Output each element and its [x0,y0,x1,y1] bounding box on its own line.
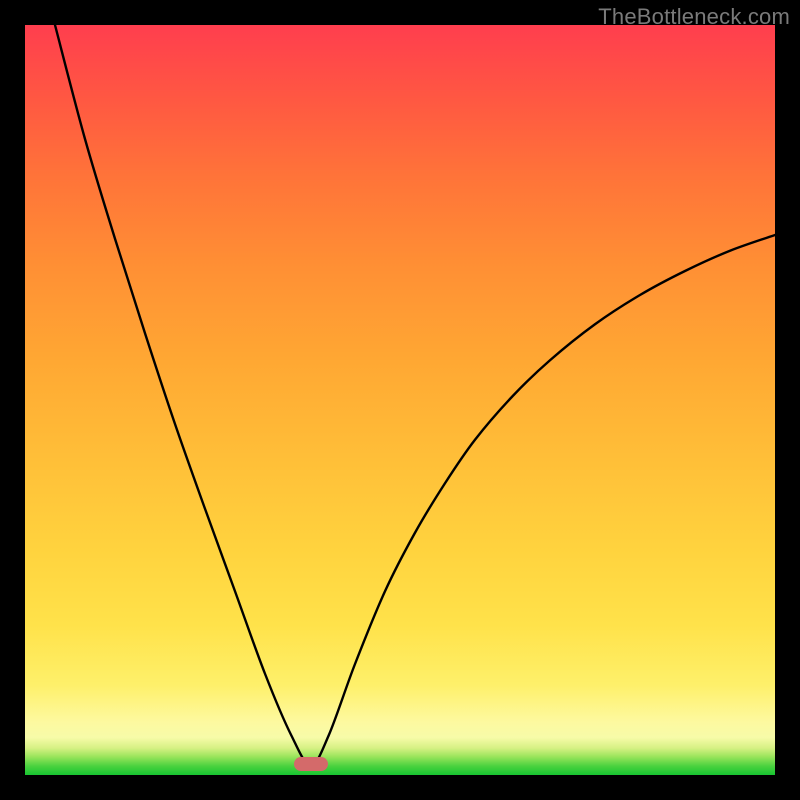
chart-frame: TheBottleneck.com [0,0,800,800]
plot-area [25,25,775,775]
watermark-text: TheBottleneck.com [598,4,790,30]
minimum-marker [294,757,328,771]
